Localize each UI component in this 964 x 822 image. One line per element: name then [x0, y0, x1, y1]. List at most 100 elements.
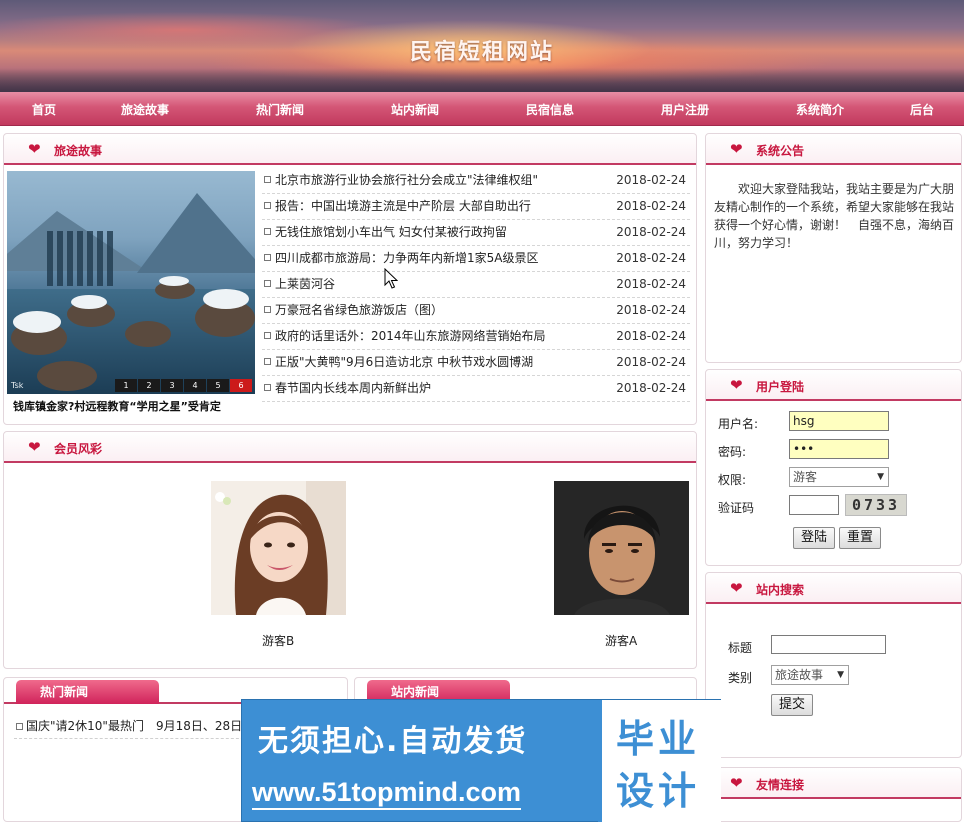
ad-box-line1: 毕业 — [616, 717, 701, 761]
news-row[interactable]: 上莱茵河谷 2018-02-24 — [262, 272, 690, 298]
news-row[interactable]: 北京市旅游行业协会旅行社分会成立"法律维权组" 2018-02-24 — [262, 168, 690, 194]
slider-pager: 1 2 3 4 5 6 — [114, 379, 252, 392]
members-header: ❤ 会员风彩 — [4, 432, 696, 463]
bullet-icon — [264, 254, 271, 261]
news-row[interactable]: 春节国内长线本周内新鲜出炉 2018-02-24 — [262, 376, 690, 402]
news-title[interactable]: 春节国内长线本周内新鲜出炉 — [275, 381, 431, 395]
ad-box-line2: 设计 — [616, 769, 701, 813]
category-select[interactable]: 旅途故事 ▼ — [771, 665, 849, 685]
bullet-icon — [264, 358, 271, 365]
heart-icon: ❤ — [730, 376, 743, 394]
slider-page-4[interactable]: 4 — [184, 379, 206, 392]
category-select-value: 旅途故事 — [775, 668, 824, 682]
news-title[interactable]: 万豪冠名省绿色旅游饭店（图） — [275, 303, 443, 317]
mouse-cursor-icon — [384, 268, 398, 289]
bullet-icon — [264, 384, 271, 391]
login-header: ❤ 用户登陆 — [706, 370, 961, 401]
ad-logo-box: 毕业 设计 — [598, 700, 721, 822]
nav-item-home[interactable]: 首页 — [32, 92, 56, 126]
member-photo[interactable] — [554, 481, 689, 615]
member-name[interactable]: 游客A — [605, 632, 637, 649]
news-row[interactable]: 四川成都市旅游局：力争两年内新增1家5A级景区 2018-02-24 — [262, 246, 690, 272]
travel-stories-header: ❤ 旅途故事 — [4, 134, 696, 165]
heart-icon: ❤ — [28, 438, 41, 456]
nav-item-register[interactable]: 用户注册 — [661, 92, 709, 126]
links-panel: ❤ 友情连接 — [705, 767, 962, 822]
nav-item-homestay-info[interactable]: 民宿信息 — [526, 92, 574, 126]
nav-item-hot-news[interactable]: 热门新闻 — [256, 92, 304, 126]
bullet-icon — [264, 280, 271, 287]
news-date: 2018-02-24 — [616, 173, 686, 187]
notice-title: 系统公告 — [756, 144, 805, 158]
heart-icon: ❤ — [28, 140, 41, 158]
tab-hot-news[interactable]: 热门新闻 — [16, 680, 159, 704]
reset-button[interactable]: 重置 — [839, 527, 881, 549]
ad-headline: 无须担心.自动发货 — [258, 724, 528, 759]
news-title[interactable]: 北京市旅游行业协会旅行社分会成立"法律维权组" — [275, 173, 538, 187]
role-label: 权限: — [718, 473, 747, 487]
ad-banner[interactable]: 无须担心.自动发货 www.51topmind.com 毕业 设计 — [241, 699, 721, 822]
nav-item-travel-stories[interactable]: 旅途故事 — [121, 92, 169, 126]
slider-page-2[interactable]: 2 — [138, 379, 160, 392]
news-row[interactable]: 无钱住旅馆划小车出气 妇女付某被行政拘留 2018-02-24 — [262, 220, 690, 246]
role-select-value: 游客 — [793, 470, 818, 484]
travel-stories-title: 旅途故事 — [54, 144, 103, 158]
hot-news-title[interactable]: 国庆"请2休10"最热门 9月18日、28日请 — [26, 719, 254, 733]
password-field[interactable]: ••• — [789, 439, 889, 459]
member-photo[interactable] — [211, 481, 346, 615]
username-field[interactable]: hsg — [789, 411, 889, 431]
image-watermark-logo: Tsk — [11, 381, 24, 390]
search-category-label: 类别 — [728, 671, 753, 685]
news-title[interactable]: 四川成都市旅游局：力争两年内新增1家5A级景区 — [275, 251, 538, 265]
search-title: 站内搜索 — [756, 583, 805, 597]
bullet-icon — [264, 176, 271, 183]
nav-item-system-intro[interactable]: 系统简介 — [796, 92, 844, 126]
nav-item-admin[interactable]: 后台 — [910, 92, 934, 126]
bullet-icon — [16, 723, 23, 730]
news-date: 2018-02-24 — [616, 329, 686, 343]
heart-icon: ❤ — [730, 774, 743, 792]
news-title[interactable]: 上莱茵河谷 — [275, 277, 335, 291]
heart-icon: ❤ — [730, 579, 743, 597]
notice-header: ❤ 系统公告 — [706, 134, 961, 165]
news-title[interactable]: 报告：中国出境游主流是中产阶层 大部自助出行 — [275, 199, 531, 213]
news-date: 2018-02-24 — [616, 381, 686, 395]
news-row[interactable]: 报告：中国出境游主流是中产阶层 大部自助出行 2018-02-24 — [262, 194, 690, 220]
news-date: 2018-02-24 — [616, 251, 686, 265]
links-title: 友情连接 — [756, 778, 805, 792]
news-title[interactable]: 正版"大黄鸭"9月6日造访北京 中秋节戏水圆博湖 — [275, 355, 533, 369]
list-item[interactable]: 国庆"请2休10"最热门 9月18日、28日请 — [14, 717, 254, 739]
captcha-label: 验证码 — [718, 501, 755, 515]
slider-page-1[interactable]: 1 — [115, 379, 137, 392]
slider-page-5[interactable]: 5 — [207, 379, 229, 392]
site-banner: 民宿短租网站 — [0, 0, 964, 92]
news-row[interactable]: 正版"大黄鸭"9月6日造访北京 中秋节戏水圆博湖 2018-02-24 — [262, 350, 690, 376]
site-title: 民宿短租网站 — [409, 39, 554, 65]
slider-page-3[interactable]: 3 — [161, 379, 183, 392]
news-row[interactable]: 万豪冠名省绿色旅游饭店（图） 2018-02-24 — [262, 298, 690, 324]
bullet-icon — [264, 202, 271, 209]
members-title: 会员风彩 — [54, 442, 103, 456]
captcha-field[interactable] — [789, 495, 839, 515]
login-button[interactable]: 登陆 — [793, 527, 835, 549]
bullet-icon — [264, 228, 271, 235]
ad-url[interactable]: www.51topmind.com — [252, 776, 522, 810]
news-date: 2018-02-24 — [616, 225, 686, 239]
login-title: 用户登陆 — [756, 380, 805, 394]
slider-page-6[interactable]: 6 — [230, 379, 252, 392]
search-submit-button[interactable]: 提交 — [771, 694, 813, 716]
nav-item-site-news[interactable]: 站内新闻 — [391, 92, 439, 126]
travel-story-image[interactable]: Tsk 1 2 3 4 5 6 — [7, 171, 255, 394]
role-select[interactable]: 游客 ▼ — [789, 467, 889, 487]
news-date: 2018-02-24 — [616, 277, 686, 291]
news-title[interactable]: 无钱住旅馆划小车出气 妇女付某被行政拘留 — [275, 225, 507, 239]
notice-text: 欢迎大家登陆我站，我站主要是为广大朋友精心制作的一个系统，希望大家能够在我站获得… — [714, 182, 955, 250]
news-row[interactable]: 政府的话里话外：2014年山东旅游网络营销始布局 2018-02-24 — [262, 324, 690, 350]
search-input[interactable] — [771, 635, 886, 654]
member-name[interactable]: 游客B — [262, 632, 294, 649]
story-caption[interactable]: 钱库镇金家?村远程教育“学用之星”受肯定 — [13, 398, 221, 414]
captcha-image[interactable]: 0733 — [845, 494, 907, 516]
password-label: 密码: — [718, 445, 747, 459]
bullet-icon — [264, 306, 271, 313]
news-title[interactable]: 政府的话里话外：2014年山东旅游网络营销始布局 — [275, 329, 546, 343]
